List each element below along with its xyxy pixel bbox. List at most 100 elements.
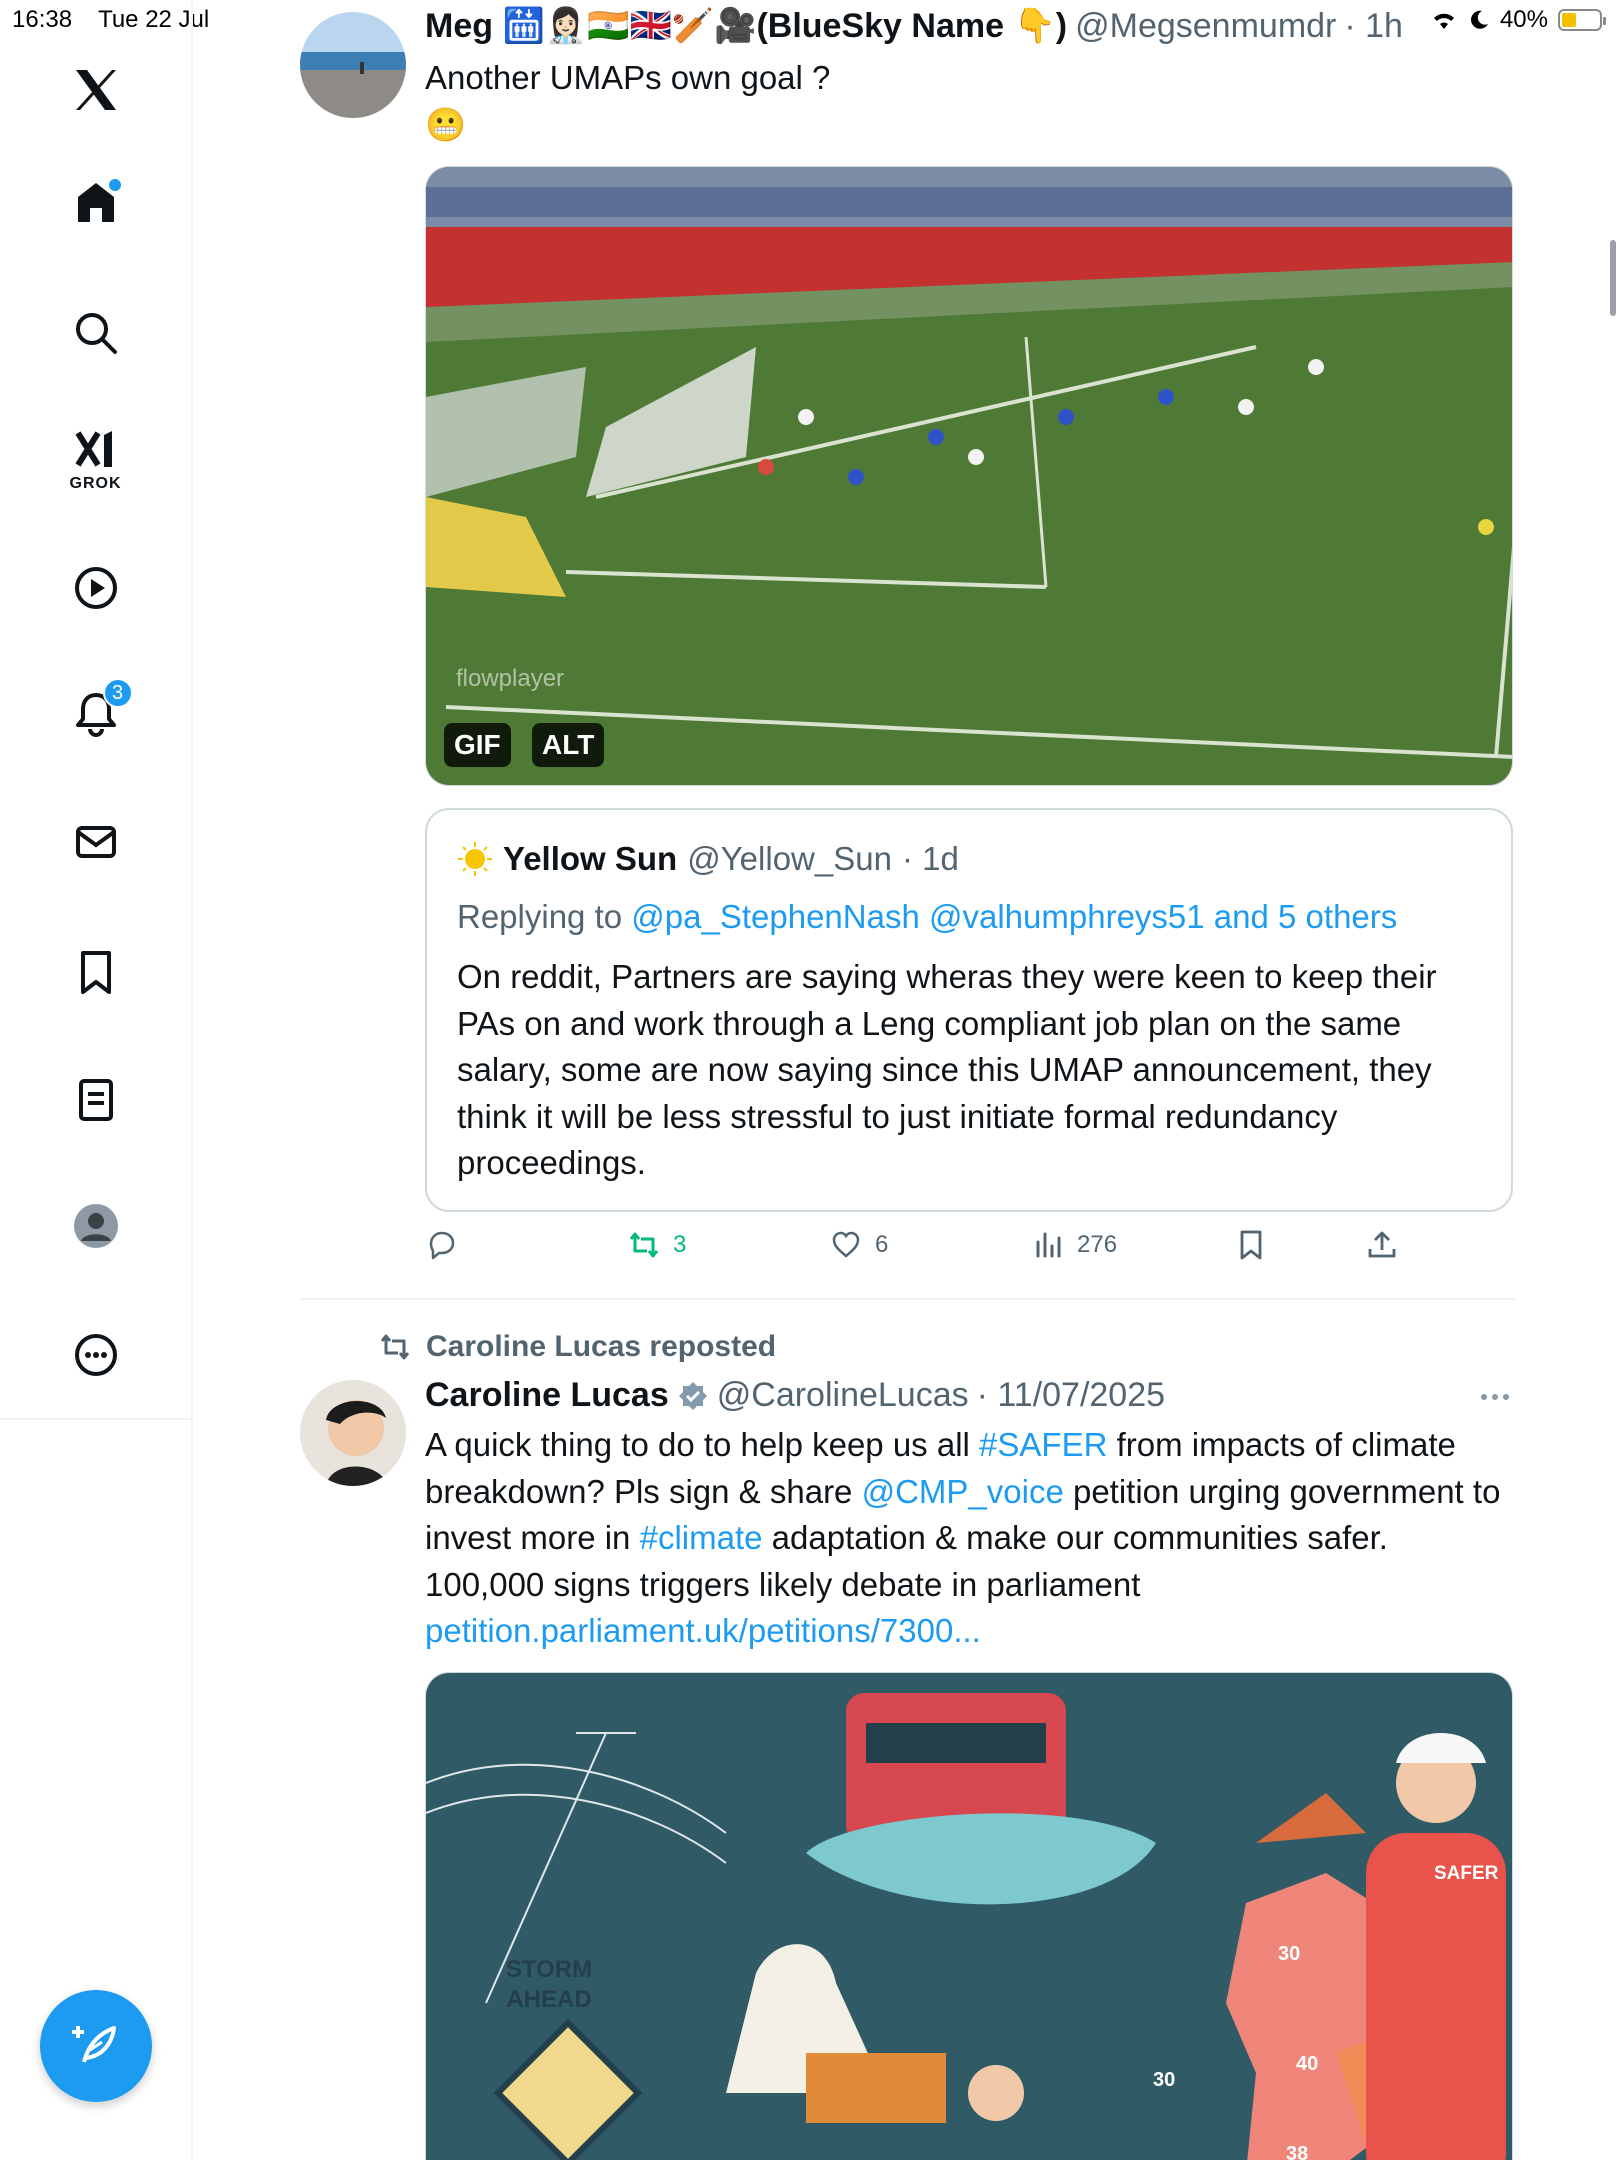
- tweet2-header: Caroline Lucas @CarolineLucas · 11/07/20…: [425, 1376, 1165, 1415]
- profile-icon: [73, 1204, 118, 1248]
- repost-label: Caroline Lucas reposted: [426, 1330, 777, 1363]
- tweet1-actions: 3 6 276: [425, 1228, 1513, 1274]
- tweet1-text-line2: 😬: [425, 105, 467, 143]
- author-handle[interactable]: @CarolineLucas: [717, 1376, 969, 1415]
- mention-cmp-voice[interactable]: @CMP_voice: [862, 1473, 1064, 1510]
- tweet-time[interactable]: · 1h: [1344, 7, 1403, 46]
- storm-sign-line1: STORM: [505, 1956, 593, 1983]
- search-icon: [75, 313, 117, 354]
- safer-vest-label: SAFER: [1434, 1863, 1499, 1884]
- notification-badge: 3: [102, 678, 133, 708]
- status-bar-right: 40%: [1430, 6, 1606, 34]
- x-logo[interactable]: [51, 45, 141, 135]
- quote-header: Yellow Sun @Yellow_Sun · 1d: [457, 840, 959, 878]
- sidebar: GROK 3: [0, 0, 193, 2160]
- sidebar-item-messages[interactable]: [51, 797, 141, 887]
- tweet1-text-line1: Another UMAPs own goal ?: [425, 59, 831, 96]
- avatar-caroline[interactable]: [300, 1380, 406, 1486]
- author-name[interactable]: Meg 🛗👩🏻‍⚕️🇮🇳🇬🇧🏏🎥(BlueSky Name 👇): [425, 6, 1067, 46]
- verified-gray-icon: [678, 1381, 707, 1410]
- repost-indicator[interactable]: Caroline Lucas reposted: [378, 1330, 776, 1364]
- compose-button[interactable]: [40, 1990, 152, 2102]
- retweet-icon: [629, 1232, 659, 1258]
- gif-badge: GIF: [444, 723, 511, 767]
- x-logo-icon: [75, 70, 116, 110]
- compose-icon: [72, 2026, 116, 2063]
- tweet1-text: Another UMAPs own goal ? 😬: [425, 55, 1505, 148]
- sidebar-item-profile[interactable]: [51, 1181, 141, 1271]
- battery-icon: [1558, 9, 1606, 31]
- hashtag-climate[interactable]: #climate: [640, 1519, 763, 1556]
- quote-replying-to: Replying to @pa_StephenNash @valhumphrey…: [457, 898, 1397, 936]
- temp-label-1: 30: [1278, 1943, 1301, 1965]
- quote-author-name[interactable]: Yellow Sun: [503, 840, 677, 878]
- tweet2-text-part1: A quick thing to do to help keep us all: [425, 1426, 980, 1463]
- tweet-divider: [300, 1298, 1515, 1300]
- grok-icon: [74, 431, 112, 467]
- sidebar-item-grok[interactable]: GROK: [51, 414, 141, 504]
- quote-time: · 1d: [901, 840, 959, 877]
- wifi-icon: [1433, 13, 1454, 29]
- quoted-tweet[interactable]: Yellow Sun @Yellow_Sun · 1d Replying to …: [425, 808, 1513, 1212]
- football-gif-image: [426, 167, 1512, 785]
- battery-percent: 40%: [1499, 6, 1548, 33]
- replying-prefix: Replying to: [457, 898, 623, 935]
- quote-author-handle[interactable]: @Yellow_Sun: [687, 840, 892, 878]
- tweet1-gif[interactable]: flowplayer GIF ALT: [425, 166, 1513, 786]
- petition-link[interactable]: petition.parliament.uk/petitions/7300...: [425, 1612, 981, 1649]
- author-name[interactable]: Caroline Lucas: [425, 1376, 669, 1415]
- tweet2-image[interactable]: STORM AHEAD SAFER 30 30 40 38: [425, 1672, 1513, 2160]
- bookmark-button[interactable]: [1234, 1228, 1268, 1262]
- sidebar-item-more[interactable]: [51, 1310, 141, 1400]
- author-handle[interactable]: @Megsenmumdr: [1075, 7, 1336, 46]
- flowplayer-watermark: flowplayer: [456, 665, 565, 692]
- sidebar-item-video[interactable]: [51, 543, 141, 633]
- sidebar-divider: [0, 1418, 193, 1420]
- temp-label-2: 30: [1153, 2069, 1176, 2091]
- heart-icon: [832, 1231, 860, 1258]
- replying-links[interactable]: @pa_StephenNash @valhumphreys51 and 5 ot…: [631, 898, 1397, 935]
- more-dots-icon: [1481, 1394, 1509, 1400]
- like-count: 6: [875, 1231, 889, 1258]
- sidebar-item-notifications[interactable]: 3: [51, 668, 141, 758]
- moon-icon: [1471, 10, 1488, 29]
- quote-text: On reddit, Partners are saying wheras th…: [457, 958, 1437, 1181]
- storm-sign: STORM AHEAD: [489, 1955, 609, 2015]
- like-button[interactable]: 6: [829, 1228, 888, 1262]
- retweet-button[interactable]: 3: [627, 1228, 686, 1262]
- mail-icon: [75, 826, 116, 858]
- views-button[interactable]: 276: [1031, 1228, 1117, 1262]
- sidebar-item-search[interactable]: [51, 288, 141, 378]
- avatar-meg[interactable]: [300, 12, 406, 118]
- retweet-count: 3: [673, 1231, 687, 1258]
- play-icon: [74, 567, 117, 609]
- alt-badge[interactable]: ALT: [532, 723, 605, 767]
- list-icon: [78, 1079, 113, 1121]
- sidebar-item-bookmarks[interactable]: [51, 927, 141, 1017]
- reply-button[interactable]: [425, 1228, 459, 1262]
- reply-icon: [429, 1231, 455, 1260]
- avatar-image: [300, 12, 406, 118]
- views-icon: [1036, 1232, 1061, 1258]
- tweet2-text: A quick thing to do to help keep us all …: [425, 1422, 1515, 1655]
- share-icon: [1368, 1231, 1396, 1258]
- sidebar-item-home[interactable]: [51, 157, 141, 247]
- tweet1-header: Meg 🛗👩🏻‍⚕️🇮🇳🇬🇧🏏🎥(BlueSky Name 👇) @Megsen…: [425, 6, 1403, 46]
- home-unread-dot: [108, 179, 121, 191]
- more-icon: [74, 1334, 117, 1376]
- temp-label-4: 38: [1286, 2143, 1309, 2160]
- tweet-more-button[interactable]: [1478, 1380, 1512, 1419]
- scrollbar-thumb[interactable]: [1610, 240, 1616, 316]
- avatar-image: [300, 1380, 406, 1486]
- tweet-time[interactable]: · 11/07/2025: [977, 1376, 1165, 1415]
- sidebar-item-lists[interactable]: [51, 1055, 141, 1145]
- storm-sign-line2: AHEAD: [506, 1986, 592, 2013]
- climate-illustration: [426, 1673, 1512, 2160]
- bookmark-icon: [80, 951, 111, 994]
- views-count: 276: [1077, 1231, 1118, 1258]
- repost-icon: [380, 1334, 410, 1360]
- hashtag-safer[interactable]: #SAFER: [979, 1426, 1107, 1463]
- share-button[interactable]: [1365, 1228, 1399, 1262]
- grok-label: GROK: [69, 475, 122, 492]
- bookmark-icon: [1240, 1230, 1262, 1260]
